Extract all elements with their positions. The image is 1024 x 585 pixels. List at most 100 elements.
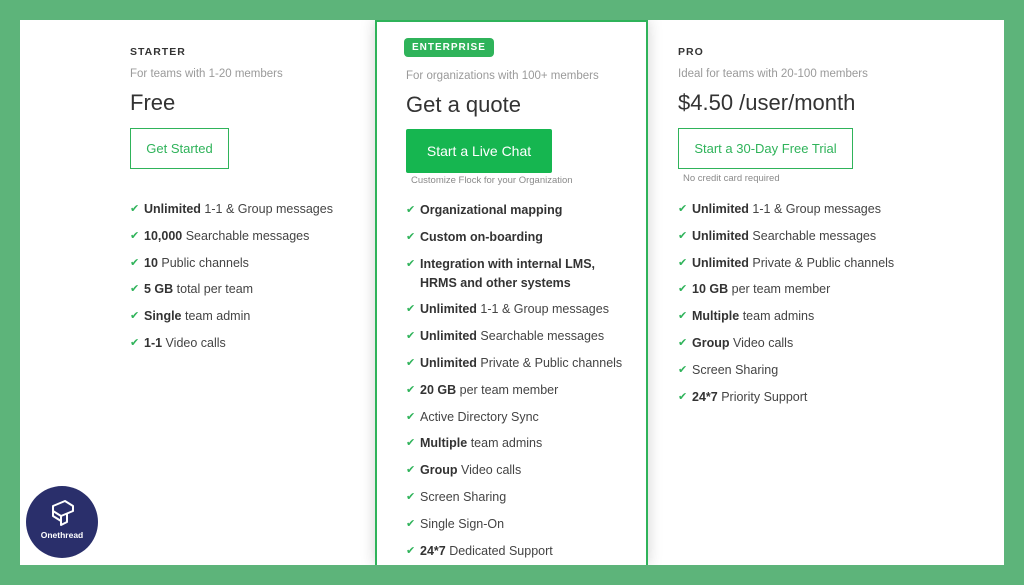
check-icon: ✔ (406, 464, 416, 477)
feature-text: 1-1 & Group messages (748, 202, 881, 216)
check-icon: ✔ (406, 490, 416, 503)
plan-subtitle: Ideal for teams with 20-100 members (678, 68, 868, 80)
pricing-panel: STARTER For teams with 1-20 members Free… (20, 20, 1004, 565)
feature-item: ✔ Screen Sharing (406, 488, 622, 507)
plan-price: $4.50 /user/month (678, 90, 856, 115)
check-icon: ✔ (130, 256, 140, 269)
button-note: No credit card required (683, 173, 780, 184)
check-icon: ✔ (130, 336, 140, 349)
feature-text: per team member (728, 282, 831, 297)
feature-text: Searchable messages (182, 228, 310, 243)
feature-item: ✔ 1-1 Video calls (130, 334, 333, 353)
feature-text: Active Directory Sync (420, 409, 539, 424)
feature-item: ✔ 10,000 Searchable messages (130, 227, 333, 246)
feature-highlight: Unlimited (144, 202, 201, 216)
feature-text: Video calls (457, 463, 522, 478)
feature-highlight: Unlimited (692, 228, 749, 243)
feature-text: 1-1 & Group messages (200, 202, 333, 216)
feature-item: ✔ Group Video calls (406, 461, 622, 480)
feature-highlight: 10 GB (692, 282, 729, 297)
check-icon: ✔ (406, 410, 416, 423)
double-check-icon: ✔ (406, 230, 416, 243)
check-icon: ✔ (130, 283, 140, 296)
check-icon: ✔ (678, 256, 688, 269)
start-live-chat-button[interactable]: Start a Live Chat (406, 129, 552, 173)
feature-text: Video calls (729, 335, 794, 350)
check-icon: ✔ (678, 363, 688, 376)
feature-text: Private & Public channels (748, 255, 895, 270)
get-started-button[interactable]: Get Started (130, 128, 229, 169)
feature-list: ✔ Unlimited 1-1 & Group messages ✔ Unlimite… (678, 200, 894, 414)
feature-item: ✔ Multiple team admins (678, 307, 894, 326)
feature-item: ✔ Unlimited 1-1 & Group messages (406, 300, 622, 319)
feature-text: Screen Sharing (420, 489, 507, 504)
feature-item: ✔ Active Directory Sync (406, 408, 622, 427)
feature-highlight: 24*7 (692, 389, 718, 404)
feature-highlight: 1-1 (144, 335, 163, 350)
check-icon: ✔ (130, 203, 140, 215)
feature-item: ✔ Multiple team admins (406, 434, 622, 453)
plan-tier-label: PRO (678, 46, 704, 58)
feature-highlight: Multiple (692, 309, 740, 324)
feature-text: Searchable messages (748, 228, 877, 243)
feature-item: ✔ Unlimited Private & Public channels (406, 354, 622, 373)
button-note: Customize Flock for your Organization (411, 175, 573, 186)
feature-item: ✔ 10 GB per team member (678, 280, 894, 299)
check-icon: ✔ (406, 437, 416, 450)
check-icon: ✔ (678, 229, 688, 242)
plan-subtitle: For teams with 1-20 members (130, 68, 283, 80)
plan-price: Free (130, 90, 176, 115)
feature-text: Dedicated Support (445, 543, 553, 558)
enterprise-badge: ENTERPRISE (404, 38, 494, 57)
feature-text: per team member (456, 382, 559, 397)
feature-text: Single Sign-On (420, 516, 505, 531)
feature-highlight: Group (692, 335, 730, 350)
check-icon: ✔ (406, 303, 416, 316)
feature-highlight: Custom on-boarding (420, 229, 543, 244)
feature-item: ✔ Integration with internal LMS, HRMS and… (406, 255, 622, 293)
feature-item: ✔ 20 GB per team member (406, 381, 622, 400)
feature-highlight: 20 GB (420, 382, 457, 397)
feature-text: 1-1 & Group messages (476, 302, 609, 317)
feature-highlight: Organizational mapping (420, 203, 563, 217)
feature-text: team admins (739, 309, 815, 324)
check-icon: ✔ (130, 310, 140, 323)
feature-highlight: Unlimited (420, 355, 477, 370)
enterprise-plan-card: ENTERPRISE For organizations with 100+ m… (375, 20, 648, 565)
feature-highlight: 10,000 (144, 228, 183, 243)
check-icon: ✔ (406, 356, 416, 369)
feature-highlight: Unlimited (692, 202, 749, 216)
feature-text: Searchable messages (476, 329, 605, 344)
feature-item: ✔ Custom on-boarding (406, 228, 622, 247)
feature-highlight: Unlimited (420, 302, 477, 317)
double-check-icon: ✔ (406, 257, 416, 270)
feature-highlight: 5 GB (144, 282, 174, 297)
feature-highlight: Unlimited (420, 329, 477, 344)
plan-subtitle: For organizations with 100+ members (406, 70, 599, 82)
feature-item: ✔ Unlimited 1-1 & Group messages (130, 200, 333, 219)
feature-text: total per team (173, 282, 254, 297)
feature-text: Screen Sharing (692, 362, 779, 377)
feature-highlight: Single (144, 309, 182, 324)
feature-item: ✔ Single team admin (130, 307, 333, 326)
pro-plan-card: PRO Ideal for teams with 20-100 members … (658, 20, 948, 565)
feature-item: ✔ 24*7 Priority Support (678, 388, 894, 407)
start-free-trial-button[interactable]: Start a 30-Day Free Trial (678, 128, 853, 169)
check-icon: ✔ (678, 390, 688, 403)
onethread-logo-icon (52, 500, 74, 526)
feature-highlight: Multiple (420, 436, 468, 451)
check-icon: ✔ (406, 544, 416, 557)
feature-item: ✔ Unlimited Searchable messages (678, 227, 894, 246)
check-icon: ✔ (678, 283, 688, 296)
feature-item: ✔ 5 GB total per team (130, 280, 333, 299)
feature-text: team admin (181, 309, 251, 324)
logo-name: Onethread (40, 530, 84, 540)
check-icon: ✔ (678, 203, 688, 215)
check-icon: ✔ (678, 336, 688, 349)
feature-item: ✔ Unlimited 1-1 & Group messages (678, 200, 894, 219)
feature-item: ✔ Organizational mapping (406, 201, 622, 220)
feature-highlight: 10 (144, 255, 158, 270)
onethread-logo: Onethread (26, 486, 98, 558)
check-icon: ✔ (406, 330, 416, 343)
feature-highlight: Unlimited (692, 255, 749, 270)
